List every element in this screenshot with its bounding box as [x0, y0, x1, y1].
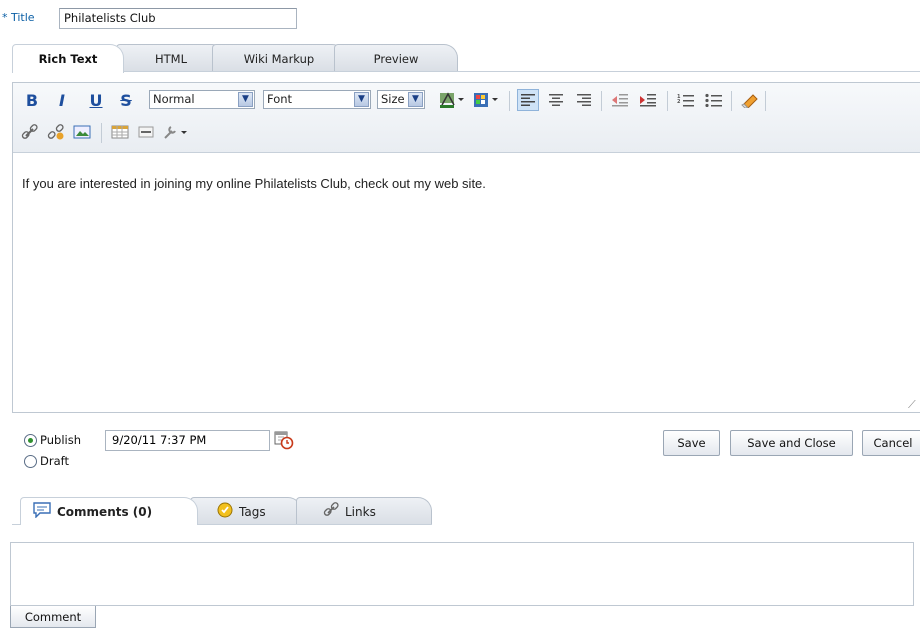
- bulleted-list-icon[interactable]: [703, 89, 725, 111]
- tab-html[interactable]: HTML: [116, 44, 226, 72]
- horizontal-rule-icon[interactable]: [135, 121, 157, 143]
- editor-toolbar: B I U S Normal ▼ Font ▼ Size ▼ 12: [13, 83, 920, 153]
- link-icon: [323, 502, 339, 521]
- chevron-down-icon: ▼: [408, 92, 423, 107]
- align-right-icon[interactable]: [573, 89, 595, 111]
- toolbar-separator: [509, 91, 510, 111]
- format-select-value: Normal: [153, 92, 195, 106]
- indent-icon[interactable]: [637, 89, 659, 111]
- title-label: * Title: [2, 11, 35, 24]
- text-color-icon[interactable]: [437, 89, 467, 111]
- svg-text:2: 2: [677, 99, 681, 105]
- resize-grip-icon[interactable]: ⟋: [908, 398, 916, 412]
- underline-button[interactable]: U: [85, 89, 107, 111]
- tab-wiki-markup[interactable]: Wiki Markup: [212, 44, 346, 72]
- toolbar-separator: [667, 91, 668, 111]
- size-select[interactable]: Size ▼: [377, 90, 425, 109]
- calendar-clock-icon[interactable]: [274, 430, 294, 453]
- toolbar-separator: [765, 91, 766, 111]
- title-label-text: Title: [11, 11, 35, 24]
- publish-label: Publish: [40, 433, 81, 447]
- title-input[interactable]: Philatelists Club: [59, 8, 297, 29]
- align-center-icon[interactable]: [545, 89, 567, 111]
- chevron-down-icon: ▼: [354, 92, 369, 107]
- save-button[interactable]: Save: [663, 430, 720, 456]
- toolbar-separator: [101, 123, 102, 143]
- cancel-button[interactable]: Cancel: [862, 430, 920, 456]
- publish-date-input[interactable]: 9/20/11 7:37 PM: [105, 430, 270, 451]
- save-and-close-button[interactable]: Save and Close: [730, 430, 853, 456]
- tab-tags-label: Tags: [239, 504, 266, 519]
- editor-tabs: Rich Text HTML Wiki Markup Preview: [12, 44, 482, 73]
- tab-comments[interactable]: Comments (0): [20, 497, 198, 525]
- tools-menu-icon[interactable]: [161, 121, 191, 143]
- draft-label: Draft: [40, 454, 69, 468]
- comment-button[interactable]: Comment: [10, 606, 96, 628]
- font-select-value: Font: [267, 92, 293, 106]
- format-select[interactable]: Normal ▼: [149, 90, 255, 109]
- background-color-icon[interactable]: [471, 89, 501, 111]
- strikethrough-button[interactable]: S: [115, 89, 137, 111]
- size-select-value: Size: [381, 92, 405, 106]
- numbered-list-icon[interactable]: 12: [675, 89, 697, 111]
- link-icon[interactable]: [19, 121, 41, 143]
- tab-links-label: Links: [345, 504, 376, 519]
- tab-comments-label: Comments (0): [57, 504, 153, 519]
- eraser-icon[interactable]: [739, 89, 761, 111]
- font-select[interactable]: Font ▼: [263, 90, 371, 109]
- draft-radio[interactable]: [24, 455, 37, 468]
- insert-table-icon[interactable]: [109, 121, 131, 143]
- italic-button[interactable]: I: [51, 89, 73, 111]
- toolbar-separator: [601, 91, 602, 111]
- unlink-icon[interactable]: [45, 121, 67, 143]
- align-left-icon[interactable]: [517, 89, 539, 111]
- tab-links[interactable]: Links: [296, 497, 432, 525]
- tab-divider: [12, 71, 920, 72]
- tab-rich-text[interactable]: Rich Text: [12, 44, 124, 73]
- tab-tags[interactable]: Tags: [190, 497, 302, 525]
- editor-content[interactable]: If you are interested in joining my onli…: [22, 176, 902, 191]
- publish-radio[interactable]: [24, 434, 37, 447]
- tab-preview[interactable]: Preview: [334, 44, 458, 72]
- toolbar-separator: [731, 91, 732, 111]
- outdent-icon[interactable]: [609, 89, 631, 111]
- image-icon[interactable]: [71, 121, 93, 143]
- chevron-down-icon: ▼: [238, 92, 253, 107]
- tag-icon: [217, 502, 233, 521]
- required-mark: *: [2, 11, 8, 24]
- comment-input[interactable]: [10, 542, 914, 606]
- bold-button[interactable]: B: [21, 89, 43, 111]
- comment-icon: [33, 502, 51, 521]
